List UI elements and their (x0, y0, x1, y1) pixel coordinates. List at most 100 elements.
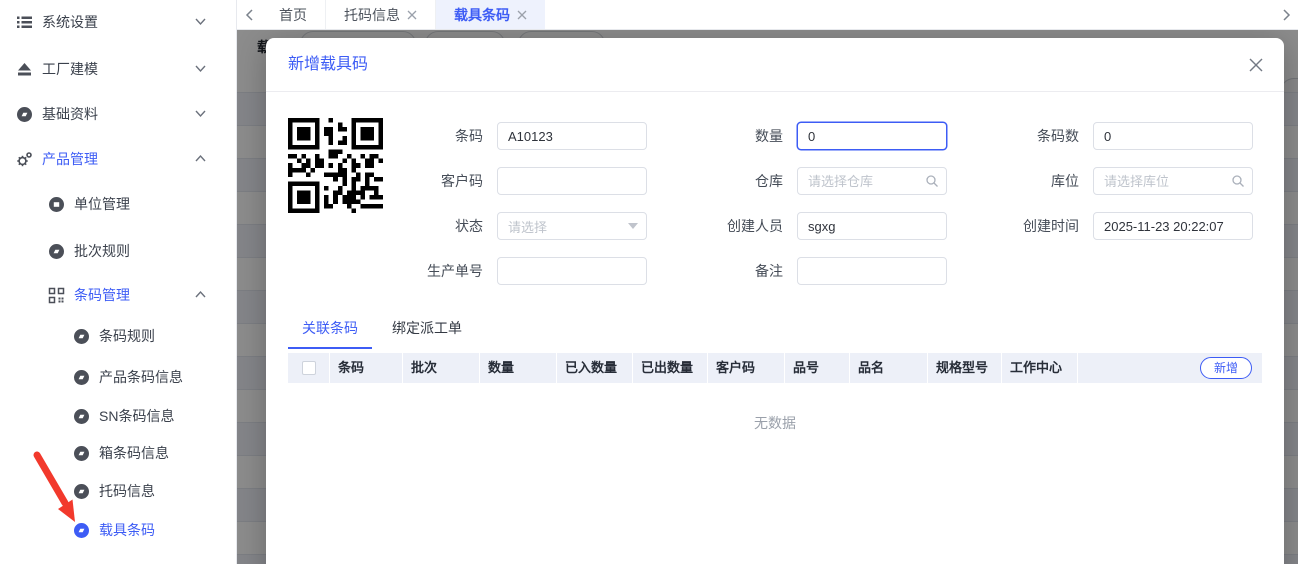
tab-related-barcodes[interactable]: 关联条码 (288, 318, 372, 349)
sidebar-item-label: 基础资料 (42, 104, 98, 124)
table-header-cell: 客户码 (708, 353, 785, 383)
barcode-count-label: 条码数 (961, 126, 1079, 146)
barcode-field[interactable] (497, 122, 647, 150)
table-empty-state: 无数据 (288, 383, 1262, 543)
remark-field-wrap (797, 257, 947, 285)
tab-bound-work-orders[interactable]: 绑定派工单 (378, 318, 476, 349)
disc-icon (73, 483, 90, 500)
production-order-field-wrap (497, 257, 647, 285)
modal-body: 条码 数量 条码数 客户码 仓库 库位 (266, 92, 1284, 543)
production-order-label: 生产单号 (388, 261, 483, 281)
quantity-field-wrap (797, 122, 947, 150)
barcode-label: 条码 (388, 126, 483, 146)
quantity-field[interactable] (797, 122, 947, 150)
location-field-wrap (1093, 167, 1253, 195)
create-time-field-wrap (1093, 212, 1253, 240)
creator-field[interactable] (797, 212, 947, 240)
sidebar-item-unit-management[interactable]: 单位管理 (0, 192, 237, 216)
customer-code-field[interactable] (497, 167, 647, 195)
sidebar-item-barcode-management[interactable]: 条码管理 (0, 283, 237, 307)
gear-icon (16, 151, 33, 168)
remark-field[interactable] (797, 257, 947, 285)
sidebar-item-label: 条码管理 (74, 285, 130, 305)
table-header-cell: 规格型号 (928, 353, 1002, 383)
disc-icon (73, 369, 90, 386)
sidebar-item-label: 箱条码信息 (99, 443, 169, 463)
qr-code-image (288, 118, 383, 213)
tabs-scroll-left-icon[interactable] (237, 0, 261, 29)
add-carrier-code-modal: 新增载具码 条码 数量 条码数 客户码 仓库 (266, 38, 1284, 564)
sidebar-item-basic-data[interactable]: 基础资料 (0, 102, 237, 126)
sidebar-item-batch-rules[interactable]: 批次规则 (0, 239, 237, 263)
sidebar: 系统设置 工厂建模 基础资料 产品管理 单位管理 批次规则 条码管理 (0, 0, 237, 564)
sidebar-item-product-barcode-info[interactable]: 产品条码信息 (0, 365, 237, 389)
sidebar-item-sn-barcode-info[interactable]: SN条码信息 (0, 404, 237, 428)
status-select-placeholder: 请选择 (508, 217, 547, 236)
close-icon[interactable] (517, 10, 527, 20)
sidebar-item-label: 托码信息 (99, 481, 155, 501)
customer-code-field-wrap (497, 167, 647, 195)
location-label: 库位 (961, 171, 1079, 191)
sidebar-item-label: 载具条码 (99, 520, 155, 540)
select-all-checkbox[interactable] (302, 361, 316, 375)
page-tab-carrier-barcode[interactable]: 载具条码 (436, 0, 545, 29)
modal-title: 新增载具码 (288, 38, 368, 92)
chevron-down-icon (194, 107, 207, 120)
table-header-cell (288, 353, 330, 383)
sidebar-item-label: 条码规则 (99, 326, 155, 346)
customer-code-label: 客户码 (388, 171, 483, 191)
add-row-button[interactable]: 新增 (1200, 357, 1252, 379)
quantity-label: 数量 (661, 126, 783, 146)
creator-field-wrap (797, 212, 947, 240)
warehouse-field[interactable] (797, 167, 947, 195)
modal-header: 新增载具码 (266, 38, 1284, 92)
chevron-up-icon (194, 288, 207, 301)
table-header-cell: 数量 (480, 353, 557, 383)
sidebar-item-factory-modeling[interactable]: 工厂建模 (0, 57, 237, 81)
table-header-cell: 品号 (785, 353, 850, 383)
remark-label: 备注 (661, 261, 783, 281)
table-header-cell: 工作中心 (1002, 353, 1078, 383)
creator-label: 创建人员 (661, 216, 783, 236)
chevron-down-icon (194, 62, 207, 75)
sidebar-item-system-settings[interactable]: 系统设置 (0, 10, 237, 34)
sidebar-item-label: 批次规则 (74, 241, 130, 261)
warehouse-field-wrap (797, 167, 947, 195)
sidebar-item-carrier-barcode[interactable]: 载具条码 (0, 518, 237, 542)
warehouse-label: 仓库 (661, 171, 783, 191)
disc-icon (48, 196, 65, 213)
empty-text: 无数据 (754, 413, 796, 433)
carrier-code-form: 条码 数量 条码数 客户码 仓库 库位 (388, 122, 1262, 285)
page-tab-pallet-info[interactable]: 托码信息 (326, 0, 436, 29)
chevron-down-icon (628, 223, 638, 229)
sidebar-item-barcode-rules[interactable]: 条码规则 (0, 324, 237, 348)
disc-icon (73, 328, 90, 345)
create-time-field[interactable] (1093, 212, 1253, 240)
production-order-field[interactable] (497, 257, 647, 285)
sidebar-item-box-barcode-info[interactable]: 箱条码信息 (0, 441, 237, 465)
eject-icon (16, 61, 33, 78)
page-tab-label: 载具条码 (454, 5, 510, 25)
close-icon[interactable] (407, 10, 417, 20)
chevron-down-icon (194, 15, 207, 28)
sidebar-item-product-management[interactable]: 产品管理 (0, 147, 237, 171)
page-tabs-bar: 首页 托码信息 载具条码 (237, 0, 1298, 30)
table-header-cell: 已出数量 (633, 353, 708, 383)
chevron-up-icon (194, 152, 207, 165)
disc-icon (48, 243, 65, 260)
page-tab-label: 托码信息 (344, 5, 400, 25)
status-select[interactable]: 请选择 (497, 212, 647, 240)
page-tab-home[interactable]: 首页 (261, 0, 326, 29)
tabs-scroll-right-icon[interactable] (1274, 0, 1298, 29)
list-icon (16, 14, 33, 31)
location-field[interactable] (1093, 167, 1253, 195)
sidebar-item-label: 工厂建模 (42, 59, 98, 79)
table-header-row: 条码 批次 数量 已入数量 已出数量 客户码 品号 品名 规格型号 工作中心 新… (288, 353, 1262, 383)
sidebar-item-pallet-info[interactable]: 托码信息 (0, 479, 237, 503)
table-header-cell: 已入数量 (557, 353, 633, 383)
table-header-cell: 批次 (403, 353, 480, 383)
close-icon[interactable] (1248, 57, 1264, 73)
sidebar-item-label: 单位管理 (74, 194, 130, 214)
barcode-count-field[interactable] (1093, 122, 1253, 150)
app-window: 系统设置 工厂建模 基础资料 产品管理 单位管理 批次规则 条码管理 (0, 0, 1298, 564)
